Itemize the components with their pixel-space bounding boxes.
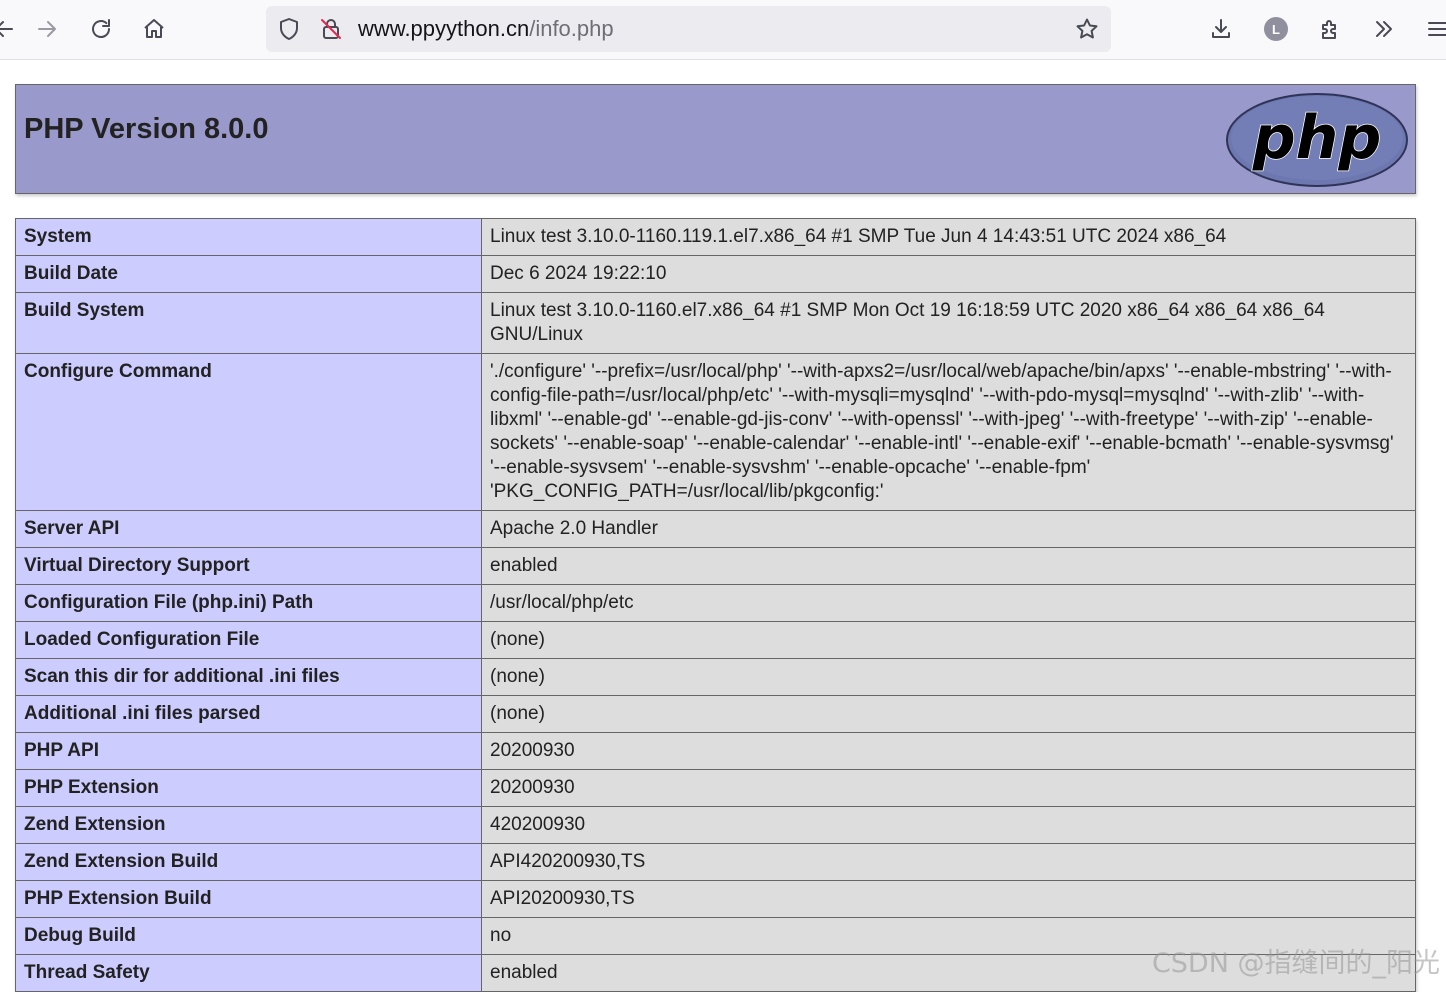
row-key: Configuration File (php.ini) Path [15, 584, 482, 622]
row-value: 420200930 [481, 806, 1416, 844]
php-logo-text: php [1252, 103, 1382, 173]
address-bar[interactable]: www.ppyython.cn/info.php [266, 6, 1111, 52]
row-key: Configure Command [15, 353, 482, 511]
row-key: Build System [15, 292, 482, 354]
row-key: Server API [15, 510, 482, 548]
url-domain: www.ppyython.cn [358, 16, 530, 41]
row-key: Scan this dir for additional .ini files [15, 658, 482, 696]
row-key: Zend Extension Build [15, 843, 482, 881]
table-row: Scan this dir for additional .ini files(… [15, 658, 1416, 696]
row-key: PHP Extension [15, 769, 482, 807]
table-row: Build System Linux test 3.10.0-1160.el7.x… [15, 292, 1416, 354]
row-value: (none) [481, 658, 1416, 696]
shield-icon[interactable] [277, 17, 301, 41]
row-key: PHP Extension Build [15, 880, 482, 918]
table-row: Build Date Dec 6 2024 19:22:10 [15, 255, 1416, 293]
table-row: PHP API 20200930 [15, 732, 1416, 770]
table-row: Additional .ini files parsed (none) [15, 695, 1416, 733]
overflow-chevrons-icon[interactable] [1366, 11, 1402, 47]
row-key: System [15, 218, 482, 256]
menu-icon[interactable] [1420, 11, 1446, 47]
row-value: 20200930 [481, 732, 1416, 770]
row-key: Build Date [15, 255, 482, 293]
table-row: Loaded Configuration File (none) [15, 621, 1416, 659]
row-value: (none) [481, 621, 1416, 659]
php-logo[interactable]: php [1225, 92, 1409, 188]
url-text[interactable]: www.ppyython.cn/info.php [358, 17, 614, 41]
php-version-header: PHP Version 8.0.0 php [15, 84, 1416, 194]
row-value: enabled [481, 547, 1416, 585]
home-icon[interactable] [136, 11, 172, 47]
row-key: Virtual Directory Support [15, 547, 482, 585]
row-value: (none) [481, 695, 1416, 733]
row-key: Thread Safety [15, 954, 482, 992]
account-icon[interactable]: L [1258, 11, 1294, 47]
account-initial: L [1264, 17, 1288, 41]
url-path: /info.php [529, 16, 614, 41]
row-value: API20200930,TS [481, 880, 1416, 918]
php-info-table: System Linux test 3.10.0-1160.119.1.el7.x… [15, 218, 1416, 992]
row-value: Dec 6 2024 19:22:10 [481, 255, 1416, 293]
table-row: Configure Command './configure' '--prefix… [15, 353, 1416, 511]
row-key: Loaded Configuration File [15, 621, 482, 659]
insecure-lock-icon[interactable] [319, 17, 343, 41]
row-key: Debug Build [15, 917, 482, 955]
row-value: 20200930 [481, 769, 1416, 807]
table-row: Zend Extension 420200930 [15, 806, 1416, 844]
table-row: Zend Extension Build API420200930,TS [15, 843, 1416, 881]
table-row: Virtual Directory Support enabled [15, 547, 1416, 585]
page-title: PHP Version 8.0.0 [24, 113, 269, 145]
row-value: API420200930,TS [481, 843, 1416, 881]
row-value: './configure' '--prefix=/usr/local/php' … [481, 353, 1416, 511]
table-row: PHP Extension 20200930 [15, 769, 1416, 807]
reload-icon[interactable] [83, 11, 119, 47]
back-icon[interactable] [0, 11, 22, 47]
row-key: PHP API [15, 732, 482, 770]
row-key: Additional .ini files parsed [15, 695, 482, 733]
row-key: Zend Extension [15, 806, 482, 844]
row-value: Linux test 3.10.0-1160.119.1.el7.x86_64 … [481, 218, 1416, 256]
download-icon[interactable] [1203, 11, 1239, 47]
watermark: CSDN @指缝间的_阳光 [1151, 948, 1440, 979]
table-row: Configuration File (php.ini) Path/usr/lo… [15, 584, 1416, 622]
row-value: Linux test 3.10.0-1160.el7.x86_64 #1 SMP… [481, 292, 1416, 354]
table-row: PHP Extension Build API20200930,TS [15, 880, 1416, 918]
php-info-table-body: System Linux test 3.10.0-1160.119.1.el7.x… [15, 218, 1416, 992]
forward-icon[interactable] [29, 11, 65, 47]
row-value: Apache 2.0 Handler [481, 510, 1416, 548]
table-row: System Linux test 3.10.0-1160.119.1.el7.x… [15, 218, 1416, 256]
row-value: /usr/local/php/etc [481, 584, 1416, 622]
browser-toolbar: www.ppyython.cn/info.php L [0, 0, 1446, 60]
extensions-icon[interactable] [1312, 11, 1348, 47]
bookmark-star-icon[interactable] [1075, 17, 1099, 41]
table-row: Server API Apache 2.0 Handler [15, 510, 1416, 548]
